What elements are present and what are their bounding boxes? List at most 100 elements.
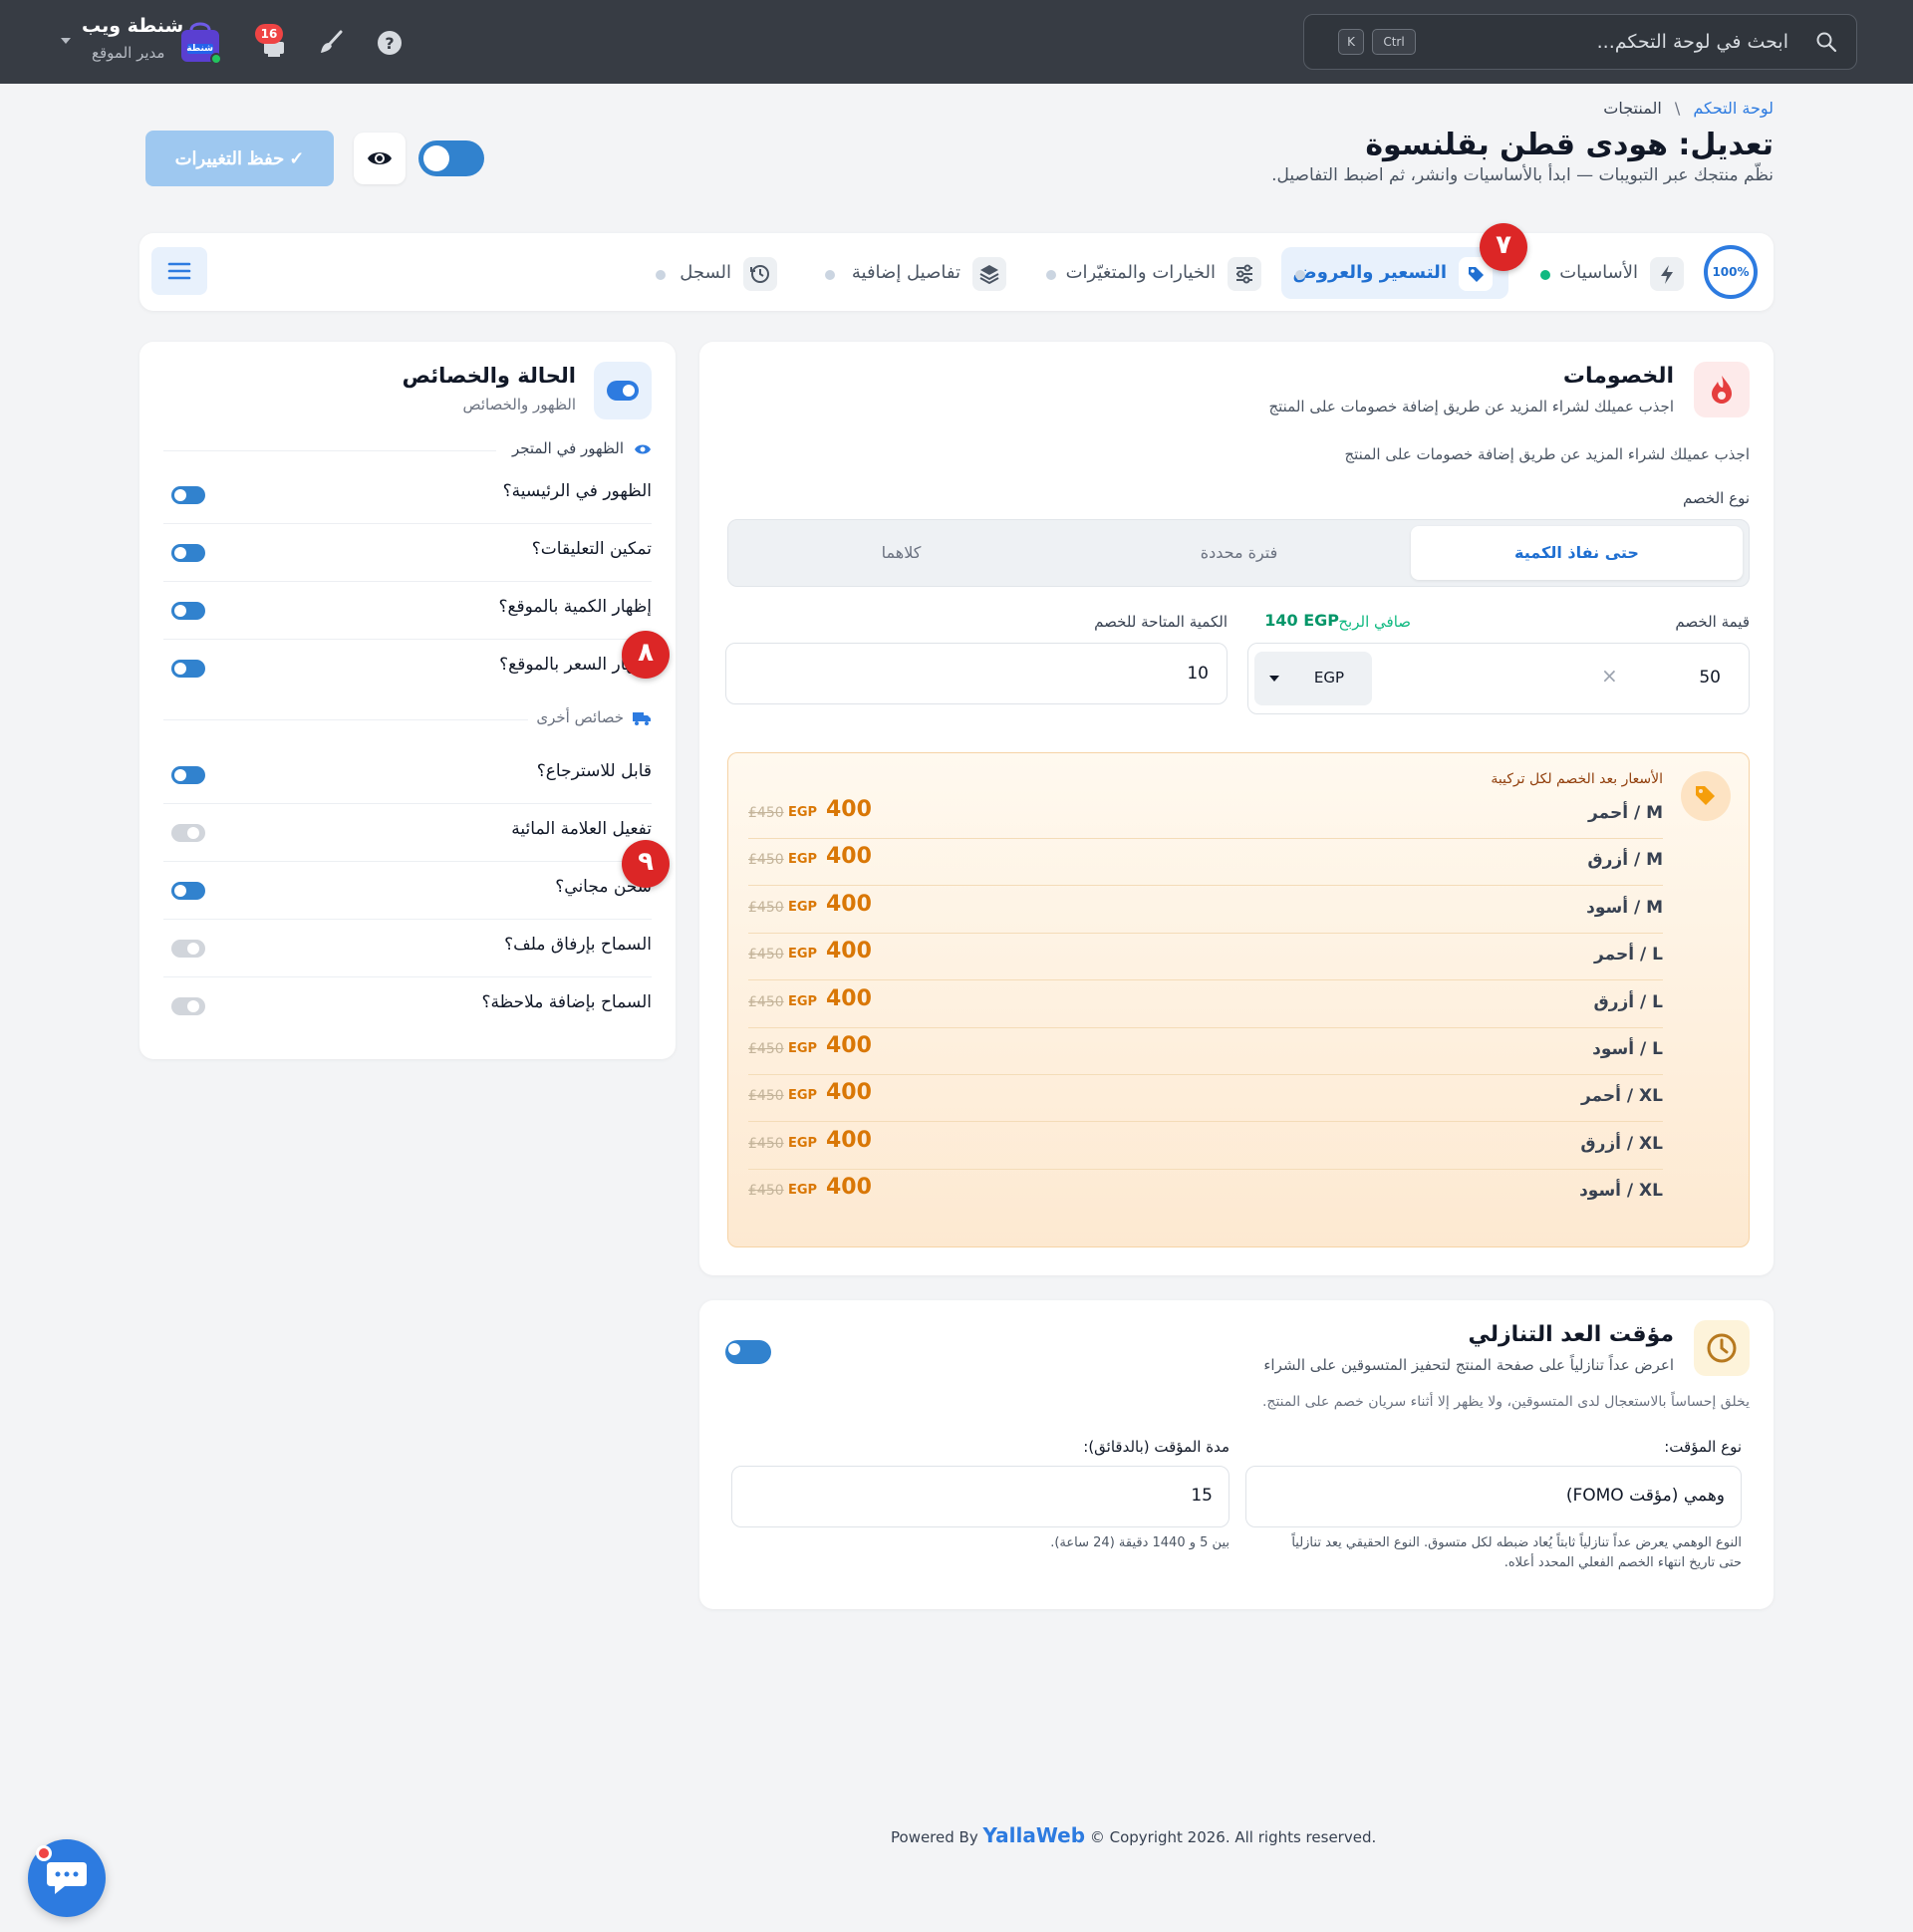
discount-value-field[interactable]: 50 × EGP <box>1247 643 1750 714</box>
timer-duration-input[interactable]: 15 <box>1191 1486 1213 1506</box>
card-subtitle: اجذب عميلك لشراء المزيد عن طريق إضافة خص… <box>1268 398 1674 415</box>
svg-text:?: ? <box>385 34 394 53</box>
timer-duration-field[interactable]: 15 <box>731 1466 1230 1527</box>
original-price-value: 450 <box>756 1088 784 1105</box>
hamburger-icon <box>167 262 191 280</box>
timer-type-select[interactable]: وهمي (مؤقت FOMO) <box>1245 1466 1742 1527</box>
footer-brand[interactable]: YallaWeb <box>982 1823 1085 1847</box>
card-description: يخلق إحساساً بالاستعجال لدى المتسوقين، و… <box>1261 1394 1750 1410</box>
discount-type-period[interactable]: فترة محددة <box>1073 526 1405 580</box>
step-marker-7: ٧ <box>1480 223 1527 271</box>
breadcrumb-separator: \ <box>1674 99 1681 118</box>
tab-label: التسعير والعروض <box>1292 262 1447 283</box>
tab-pricing[interactable]: التسعير والعروض <box>1281 247 1508 299</box>
tab-basics[interactable]: الأساسيات <box>1540 247 1684 299</box>
countdown-card: مؤقت العد التنازلي اعرض عداً تنازلياً عل… <box>699 1300 1774 1609</box>
timer-type-help: النوع الوهمي يعرض عداً تنازلياً ثابتاً ي… <box>1291 1535 1742 1550</box>
chat-unread-dot <box>36 1845 52 1861</box>
original-price: ₤450 <box>748 947 784 963</box>
row-divider <box>163 919 652 920</box>
completion-progress: 100% <box>1704 245 1758 299</box>
option-toggle[interactable] <box>171 997 205 1015</box>
currency-symbol: ₤ <box>748 1088 757 1105</box>
original-price-value: 450 <box>756 899 784 916</box>
qty-input[interactable]: 10 <box>1187 664 1209 684</box>
discounted-price: 400 <box>826 1175 872 1201</box>
notification-badge: 16 <box>255 24 283 44</box>
user-name[interactable]: شنطة ويب <box>82 15 183 37</box>
search-input[interactable]: ابحث في لوحة التحكم... <box>1597 31 1788 53</box>
original-price: ₤450 <box>748 1041 784 1057</box>
original-price: ₤450 <box>748 1136 784 1152</box>
kbd-k: K <box>1338 29 1364 55</box>
brush-icon[interactable] <box>317 28 347 58</box>
chat-icon <box>47 1862 87 1894</box>
search-box[interactable]: ابحث في لوحة التحكم... Ctrl K <box>1303 14 1857 70</box>
option-label: تمكين التعليقات؟ <box>531 539 652 559</box>
currency-symbol: ₤ <box>748 852 757 869</box>
discount-type-until-stock[interactable]: حتى نفاذ الكمية <box>1411 526 1743 580</box>
variant-name: L / أزرق <box>1593 991 1664 1012</box>
price-currency: EGP <box>788 805 818 820</box>
timer-type-value: وهمي (مؤقت FOMO) <box>1565 1486 1725 1506</box>
original-price-value: 450 <box>756 993 784 1010</box>
discounted-price: 400 <box>826 1033 872 1058</box>
breadcrumb-home[interactable]: لوحة التحكم <box>1693 99 1774 118</box>
status-dot <box>1046 270 1056 280</box>
section-visibility: الظهور في المتجر <box>511 439 624 457</box>
original-price: ₤450 <box>748 1088 784 1104</box>
currency-select[interactable]: EGP <box>1254 652 1372 705</box>
tab-history[interactable]: السجل <box>648 247 777 299</box>
discount-type-segmented: حتى نفاذ الكمية فترة محددة كلاهما <box>727 519 1750 587</box>
discounted-prices-panel: الأسعار بعد الخصم لكل تركيبة M / أحمر 400… <box>727 752 1750 1247</box>
option-toggle[interactable] <box>171 602 205 620</box>
price-row: M / أحمر 400 EGP ₤450 <box>748 793 1663 839</box>
section-divider <box>163 450 496 451</box>
price-currency: EGP <box>788 1088 818 1104</box>
option-toggle[interactable] <box>171 766 205 784</box>
tab-extra-details[interactable]: تفاصيل إضافية <box>815 247 1006 299</box>
option-toggle[interactable] <box>171 544 205 562</box>
discount-value-input[interactable]: 50 <box>1699 668 1721 688</box>
history-icon <box>743 257 777 291</box>
timer-duration-label: مدة المؤقت (بالدقائق): <box>1083 1438 1230 1456</box>
footer-powered: Powered By <box>891 1828 983 1846</box>
timer-type-help-2: حتى تاريخ انتهاء الخصم الفعلي المحدد أعل… <box>1503 1555 1742 1570</box>
currency-symbol: ₤ <box>748 993 757 1010</box>
variant-name: M / أحمر <box>1587 803 1663 823</box>
option-toggle[interactable] <box>171 660 205 678</box>
option-toggle[interactable] <box>171 486 205 504</box>
publish-toggle[interactable] <box>418 140 484 176</box>
row-divider <box>163 976 652 977</box>
search-icon <box>1816 32 1837 53</box>
price-row: L / أزرق 400 EGP ₤450 <box>748 982 1663 1028</box>
discount-type-both[interactable]: كلاهما <box>735 526 1067 580</box>
caret-down-icon <box>1269 676 1279 682</box>
step-marker-9: ٩ <box>622 840 670 888</box>
card-title: الخصومات <box>1562 364 1674 389</box>
discounted-price: 400 <box>826 1127 872 1153</box>
discounts-card: الخصومات اجذب عميلك لشراء المزيد عن طريق… <box>699 342 1774 1275</box>
discounted-price: 400 <box>826 985 872 1011</box>
option-toggle[interactable] <box>171 882 205 900</box>
discount-value-label: قيمة الخصم <box>1675 613 1750 631</box>
chat-button[interactable] <box>28 1839 106 1917</box>
help-icon[interactable]: ? <box>375 28 405 58</box>
tab-label: الخيارات والمتغيّرات <box>1065 262 1216 283</box>
preview-button[interactable] <box>354 133 406 184</box>
row-divider <box>163 803 652 804</box>
net-profit-label: صافي الربح <box>1338 613 1411 631</box>
menu-button[interactable] <box>151 247 207 295</box>
qty-field[interactable]: 10 <box>725 643 1228 704</box>
currency-symbol: ₤ <box>748 805 757 821</box>
tab-options[interactable]: الخيارات والمتغيّرات <box>1042 247 1261 299</box>
chevron-down-icon[interactable] <box>60 36 72 46</box>
save-button[interactable]: ✓ حفظ التغييرات <box>145 131 334 186</box>
clear-icon[interactable]: × <box>1601 664 1618 688</box>
countdown-toggle[interactable] <box>725 1340 771 1364</box>
option-toggle[interactable] <box>171 940 205 958</box>
status-dot <box>825 270 835 280</box>
currency-value: EGP <box>1313 669 1344 687</box>
truck-icon <box>633 712 651 725</box>
option-toggle[interactable] <box>171 824 205 842</box>
